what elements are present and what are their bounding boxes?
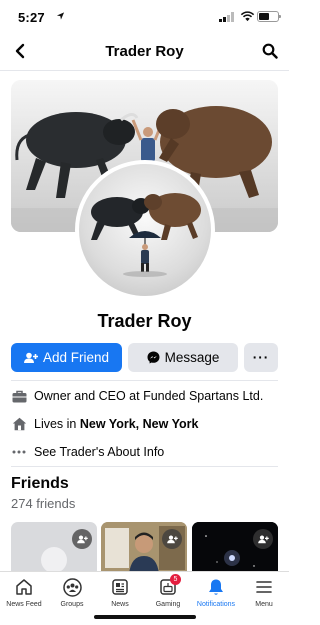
add-friend-label: Add Friend [42,350,110,365]
tab-news[interactable]: News [96,576,144,608]
intro-divider [11,466,278,467]
tab-label: Notifications [196,601,236,608]
page-title: Trader Roy [105,43,184,60]
add-friend-small-button[interactable] [253,529,273,549]
groups-icon [62,577,82,597]
location-prefix: Lives in [34,417,80,431]
add-friend-button[interactable]: Add Friend [11,343,122,372]
briefcase-icon [11,388,27,404]
home-indicator [94,615,196,619]
message-label: Message [164,350,220,365]
friends-heading: Friends [11,475,69,492]
bell-icon [209,579,223,595]
tab-label: Gaming [155,601,181,608]
add-friend-icon [257,535,269,543]
messenger-icon [147,351,160,364]
tab-label: News Feed [6,601,42,608]
tab-groups[interactable]: Groups [48,576,96,608]
top-navigation: Trader Roy [0,34,289,68]
friends-count: 274 friends [11,496,76,511]
about-info-row[interactable]: See Trader's About Info [11,442,281,462]
cellular-signal-icon [219,12,234,22]
tab-label: Groups [60,601,84,608]
ellipsis-icon [11,444,27,460]
home-location-icon [11,416,27,432]
wifi-icon [240,11,255,22]
home-icon [16,579,32,595]
umbrella-man-figure [129,231,161,272]
friend-card[interactable] [192,522,278,574]
notification-badge: 5 [170,574,181,585]
message-button[interactable]: Message [128,343,238,372]
add-friend-icon [166,535,178,543]
location-city-link[interactable]: New York, New York [80,417,199,431]
tab-menu[interactable]: Menu [240,576,288,608]
friend-card[interactable] [101,522,187,574]
status-bar: 5:27 [0,0,289,34]
tab-news-feed[interactable]: News Feed [0,576,48,608]
menu-icon [256,581,272,593]
news-icon [112,579,128,595]
profile-picture[interactable] [75,160,215,300]
profile-name: Trader Roy [97,311,192,331]
tab-label: News [111,601,129,608]
search-icon [262,43,278,59]
profile-illustration [91,193,201,277]
add-friend-small-button[interactable] [72,529,92,549]
add-friend-small-button[interactable] [162,529,182,549]
status-time: 5:27 [18,10,45,25]
friend-card[interactable] [11,522,97,574]
more-icon: ··· [252,350,270,365]
work-info-row: Owner and CEO at Funded Spartans Ltd. [11,386,281,406]
search-button[interactable] [259,38,281,64]
add-friend-icon [76,535,88,543]
tab-label: Menu [255,601,273,608]
location-info-row: Lives in New York, New York [11,414,281,434]
header-divider [0,70,289,71]
about-info-text: See Trader's About Info [34,445,165,459]
work-text: Owner and CEO at Funded Spartans Ltd. [34,389,264,403]
actions-divider [11,380,278,381]
tab-notifications[interactable]: Notifications [192,576,240,608]
add-friend-icon [23,352,38,363]
tab-gaming[interactable]: 5 Gaming [144,574,192,608]
battery-icon [257,11,281,22]
more-options-button[interactable]: ··· [244,343,278,372]
location-arrow-icon [56,12,65,20]
